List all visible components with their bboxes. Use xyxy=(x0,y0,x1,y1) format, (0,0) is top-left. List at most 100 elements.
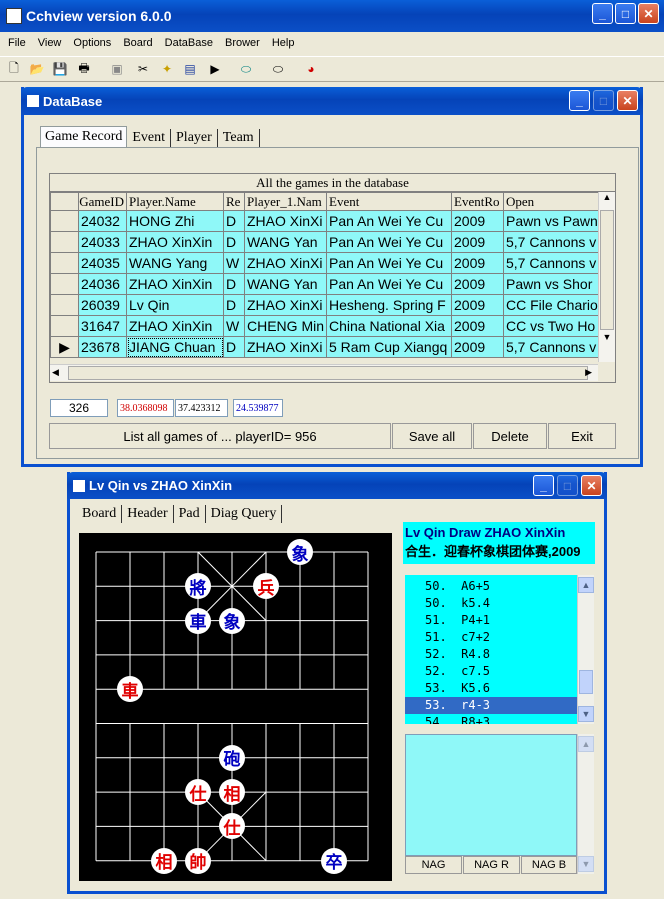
table-row[interactable]: 26039 Lv Qin D ZHAO XinXi Hesheng. Spring F2… xyxy=(50,294,615,316)
move-item[interactable]: 52. c7.5 xyxy=(405,663,577,680)
game-maximize-button[interactable]: □ xyxy=(557,475,578,496)
grid-vscroll[interactable]: ▲ ▼ xyxy=(598,192,615,362)
new-icon[interactable]: 🗋 xyxy=(4,59,24,79)
move-item[interactable]: 50. A6+5 xyxy=(405,578,577,595)
cell-event[interactable]: Pan An Wei Ye Cu xyxy=(326,231,452,253)
maximize-button[interactable]: □ xyxy=(615,3,636,24)
tab-event[interactable]: Event xyxy=(127,129,172,147)
move-item[interactable]: 51. c7+2 xyxy=(405,629,577,646)
row-indicator[interactable] xyxy=(50,294,79,316)
cut-icon[interactable]: ✂ xyxy=(133,59,153,79)
gray-icon[interactable]: ▣ xyxy=(107,59,127,79)
cell-eventro[interactable]: 2009 xyxy=(451,231,504,253)
game-close-button[interactable]: ✕ xyxy=(581,475,602,496)
move-item[interactable]: 50. k5.4 xyxy=(405,595,577,612)
col-header-gameid[interactable]: GameID xyxy=(78,192,127,211)
cell-eventro[interactable]: 2009 xyxy=(451,336,504,358)
cell-gameid[interactable]: 24032 xyxy=(78,210,127,232)
menu-board[interactable]: Board xyxy=(117,37,158,49)
menu-file[interactable]: File xyxy=(2,37,32,49)
cell-gameid[interactable]: 24035 xyxy=(78,252,127,274)
open-icon[interactable]: 📂 xyxy=(27,59,47,79)
count-field[interactable]: 326 xyxy=(50,399,108,417)
move-item[interactable]: 54. R8+3 xyxy=(405,714,577,724)
piece-red[interactable]: 相 xyxy=(219,779,245,806)
piece-blue[interactable]: 象 xyxy=(219,607,245,634)
move-scroll-up-icon[interactable]: ▲ xyxy=(578,577,594,593)
move-scroll-thumb[interactable] xyxy=(579,670,593,694)
piece-blue[interactable]: 象 xyxy=(287,539,313,565)
copy-icon[interactable]: ✦ xyxy=(157,59,177,79)
game-minimize-button[interactable]: _ xyxy=(533,475,554,496)
piece-blue[interactable]: 卒 xyxy=(321,847,347,874)
scroll-left-arrow-icon[interactable]: ◀ xyxy=(52,367,59,378)
cell-result[interactable]: D xyxy=(223,336,245,358)
table-row[interactable]: 24032 HONG Zhi D ZHAO XinXi Pan An Wei Ye Cu… xyxy=(50,210,615,232)
list-games-button[interactable]: List all games of ... playerID= 956 xyxy=(49,423,391,449)
cell-gameid[interactable]: 26039 xyxy=(78,294,127,316)
col-header-eventro[interactable]: EventRo xyxy=(451,192,504,211)
cell-event[interactable]: China National Xia xyxy=(326,315,452,337)
col-header-event[interactable]: Event xyxy=(326,192,452,211)
move-list-scrollbar[interactable]: ▲ ▼ xyxy=(577,575,594,724)
exit-button[interactable]: Exit xyxy=(548,423,616,449)
cell-player1-name[interactable]: ZHAO XinXi xyxy=(244,336,327,358)
cell-gameid[interactable]: 31647 xyxy=(78,315,127,337)
cell-eventro[interactable]: 2009 xyxy=(451,273,504,295)
cell-player1-name[interactable]: ZHAO XinXi xyxy=(244,294,327,316)
cylinder2-icon[interactable]: ⬭ xyxy=(268,59,288,79)
percent-field-2[interactable]: 37.423312 xyxy=(175,399,228,417)
piece-red[interactable]: 仕 xyxy=(185,779,211,806)
move-item[interactable]: 52. R4.8 xyxy=(405,646,577,663)
tab-pad[interactable]: Pad xyxy=(174,505,206,523)
cell-player-name[interactable]: HONG Zhi xyxy=(126,210,224,232)
save-icon[interactable]: 💾 xyxy=(50,59,70,79)
nag-button[interactable]: NAG xyxy=(405,856,462,874)
row-indicator[interactable] xyxy=(50,315,79,337)
current-row-arrow-icon[interactable]: ▶ xyxy=(50,336,79,358)
row-indicator[interactable] xyxy=(50,210,79,232)
cell-player1-name[interactable]: ZHAO XinXi xyxy=(244,210,327,232)
menu-options[interactable]: Options xyxy=(67,37,117,49)
piece-blue[interactable]: 車 xyxy=(185,607,211,634)
col-header-result[interactable]: Re xyxy=(223,192,245,211)
row-indicator[interactable] xyxy=(50,231,79,253)
cell-player1-name[interactable]: CHENG Min xyxy=(244,315,327,337)
close-button[interactable]: ✕ xyxy=(638,3,659,24)
menu-brower[interactable]: Brower xyxy=(219,37,266,49)
play-icon[interactable]: ▶ xyxy=(205,59,225,79)
cell-player-name[interactable]: Lv Qin xyxy=(126,294,224,316)
pie-icon[interactable]: ◕ xyxy=(301,59,321,79)
cell-player-name[interactable]: ZHAO XinXin xyxy=(126,231,224,253)
col-header-player-name[interactable]: Player.Name xyxy=(126,192,224,211)
comment-scroll-down-icon[interactable]: ▼ xyxy=(578,856,594,872)
cell-player1-name[interactable]: WANG Yan xyxy=(244,273,327,295)
cell-eventro[interactable]: 2009 xyxy=(451,210,504,232)
row-indicator[interactable] xyxy=(50,273,79,295)
grid-hscroll[interactable]: ◀ ▶ xyxy=(50,364,598,381)
hscroll-thumb[interactable] xyxy=(68,366,588,380)
menu-database[interactable]: DataBase xyxy=(159,37,219,49)
move-item[interactable]: 51. P4+1 xyxy=(405,612,577,629)
db-minimize-button[interactable]: _ xyxy=(569,90,590,111)
table-row[interactable]: ▶ 23678 JIANG Chuan D ZHAO XinXi 5 Ram Cup Xi… xyxy=(50,336,615,358)
scroll-up-arrow-icon[interactable]: ▲ xyxy=(599,192,615,208)
move-item[interactable]: 53. K5.6 xyxy=(405,680,577,697)
scroll-right-arrow-icon[interactable]: ▶ xyxy=(585,367,592,378)
table-row[interactable]: 31647 ZHAO XinXin W CHENG Min China National… xyxy=(50,315,615,337)
comment-area[interactable] xyxy=(405,734,577,856)
cell-player1-name[interactable]: WANG Yan xyxy=(244,231,327,253)
cell-gameid[interactable]: 24036 xyxy=(78,273,127,295)
tab-team[interactable]: Team xyxy=(218,129,260,147)
db-close-button[interactable]: ✕ xyxy=(617,90,638,111)
cell-eventro[interactable]: 2009 xyxy=(451,315,504,337)
menu-help[interactable]: Help xyxy=(266,37,301,49)
cell-player-name[interactable]: ZHAO XinXin xyxy=(126,273,224,295)
menu-view[interactable]: View xyxy=(32,37,68,49)
percent-field-1[interactable]: 38.0368098 xyxy=(117,399,174,417)
cell-eventro[interactable]: 2009 xyxy=(451,252,504,274)
db-maximize-button[interactable]: □ xyxy=(593,90,614,111)
tab-diag-query[interactable]: Diag Query xyxy=(206,505,283,523)
tab-header[interactable]: Header xyxy=(122,505,174,523)
cell-eventro[interactable]: 2009 xyxy=(451,294,504,316)
